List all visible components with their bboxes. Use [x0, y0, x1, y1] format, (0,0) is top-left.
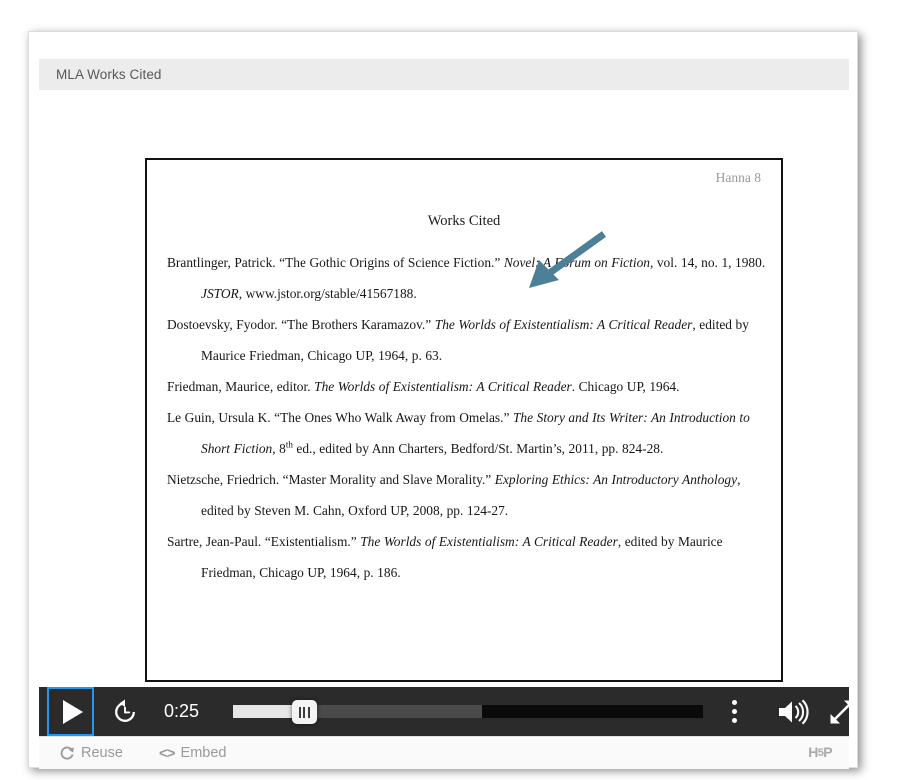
video-control-bar: 0:25 [39, 687, 854, 736]
play-button[interactable] [47, 687, 94, 736]
citation-entry: Brantlinger, Patrick. “The Gothic Origin… [167, 255, 766, 301]
seek-slider[interactable] [233, 700, 703, 724]
document-page: Hanna 8 Works Cited Brantlinger, Patrick… [145, 158, 783, 682]
fullscreen-button[interactable] [819, 687, 865, 736]
citation-entry: Friedman, Maurice, editor. The Worlds of… [167, 379, 680, 394]
reuse-label: Reuse [81, 745, 123, 761]
content-title-bar: MLA Works Cited [39, 59, 849, 90]
rewind-button[interactable] [104, 687, 146, 736]
play-icon [62, 699, 83, 724]
h5p-logo-suffix: P [823, 744, 832, 760]
action-bar: Reuse <> Embed H5P [39, 736, 849, 769]
video-stage[interactable]: Hanna 8 Works Cited Brantlinger, Patrick… [39, 90, 849, 687]
seek-handle[interactable] [291, 700, 317, 724]
current-time-display: 0:25 [164, 701, 200, 721]
citation-entry: Dostoevsky, Fyodor. “The Brothers Karama… [167, 317, 749, 363]
volume-high-icon [779, 699, 809, 724]
citation-entry: Sartre, Jean-Paul. “Existentialism.” The… [167, 534, 723, 580]
reuse-button[interactable]: Reuse [59, 737, 123, 769]
h5p-logo: H5P [808, 744, 832, 760]
volume-button[interactable] [769, 687, 817, 736]
rewind-clock-icon [115, 699, 135, 722]
h5p-logo-prefix: H [808, 744, 818, 760]
running-head: Hanna 8 [715, 170, 761, 185]
works-cited-heading: Works Cited [427, 213, 501, 229]
fullscreen-expand-icon [830, 700, 854, 723]
more-options-button[interactable] [715, 687, 753, 736]
citation-list: Brantlinger, Patrick. “The Gothic Origin… [167, 247, 767, 588]
embed-button[interactable]: <> Embed [159, 737, 226, 769]
kebab-menu-icon [731, 700, 737, 705]
document-body: Hanna 8 Works Cited Brantlinger, Patrick… [147, 160, 781, 680]
code-brackets-icon: <> [159, 744, 176, 762]
h5p-embed-frame: MLA Works Cited Hanna 8 Works Cited Bran… [28, 31, 858, 769]
citation-entry: Le Guin, Ursula K. “The Ones Who Walk Aw… [167, 410, 750, 456]
citation-entry: Nietzsche, Friedrich. “Master Morality a… [167, 472, 741, 518]
embed-label: Embed [180, 745, 227, 761]
page-title: MLA Works Cited [56, 67, 162, 82]
refresh-reuse-icon [60, 746, 74, 760]
